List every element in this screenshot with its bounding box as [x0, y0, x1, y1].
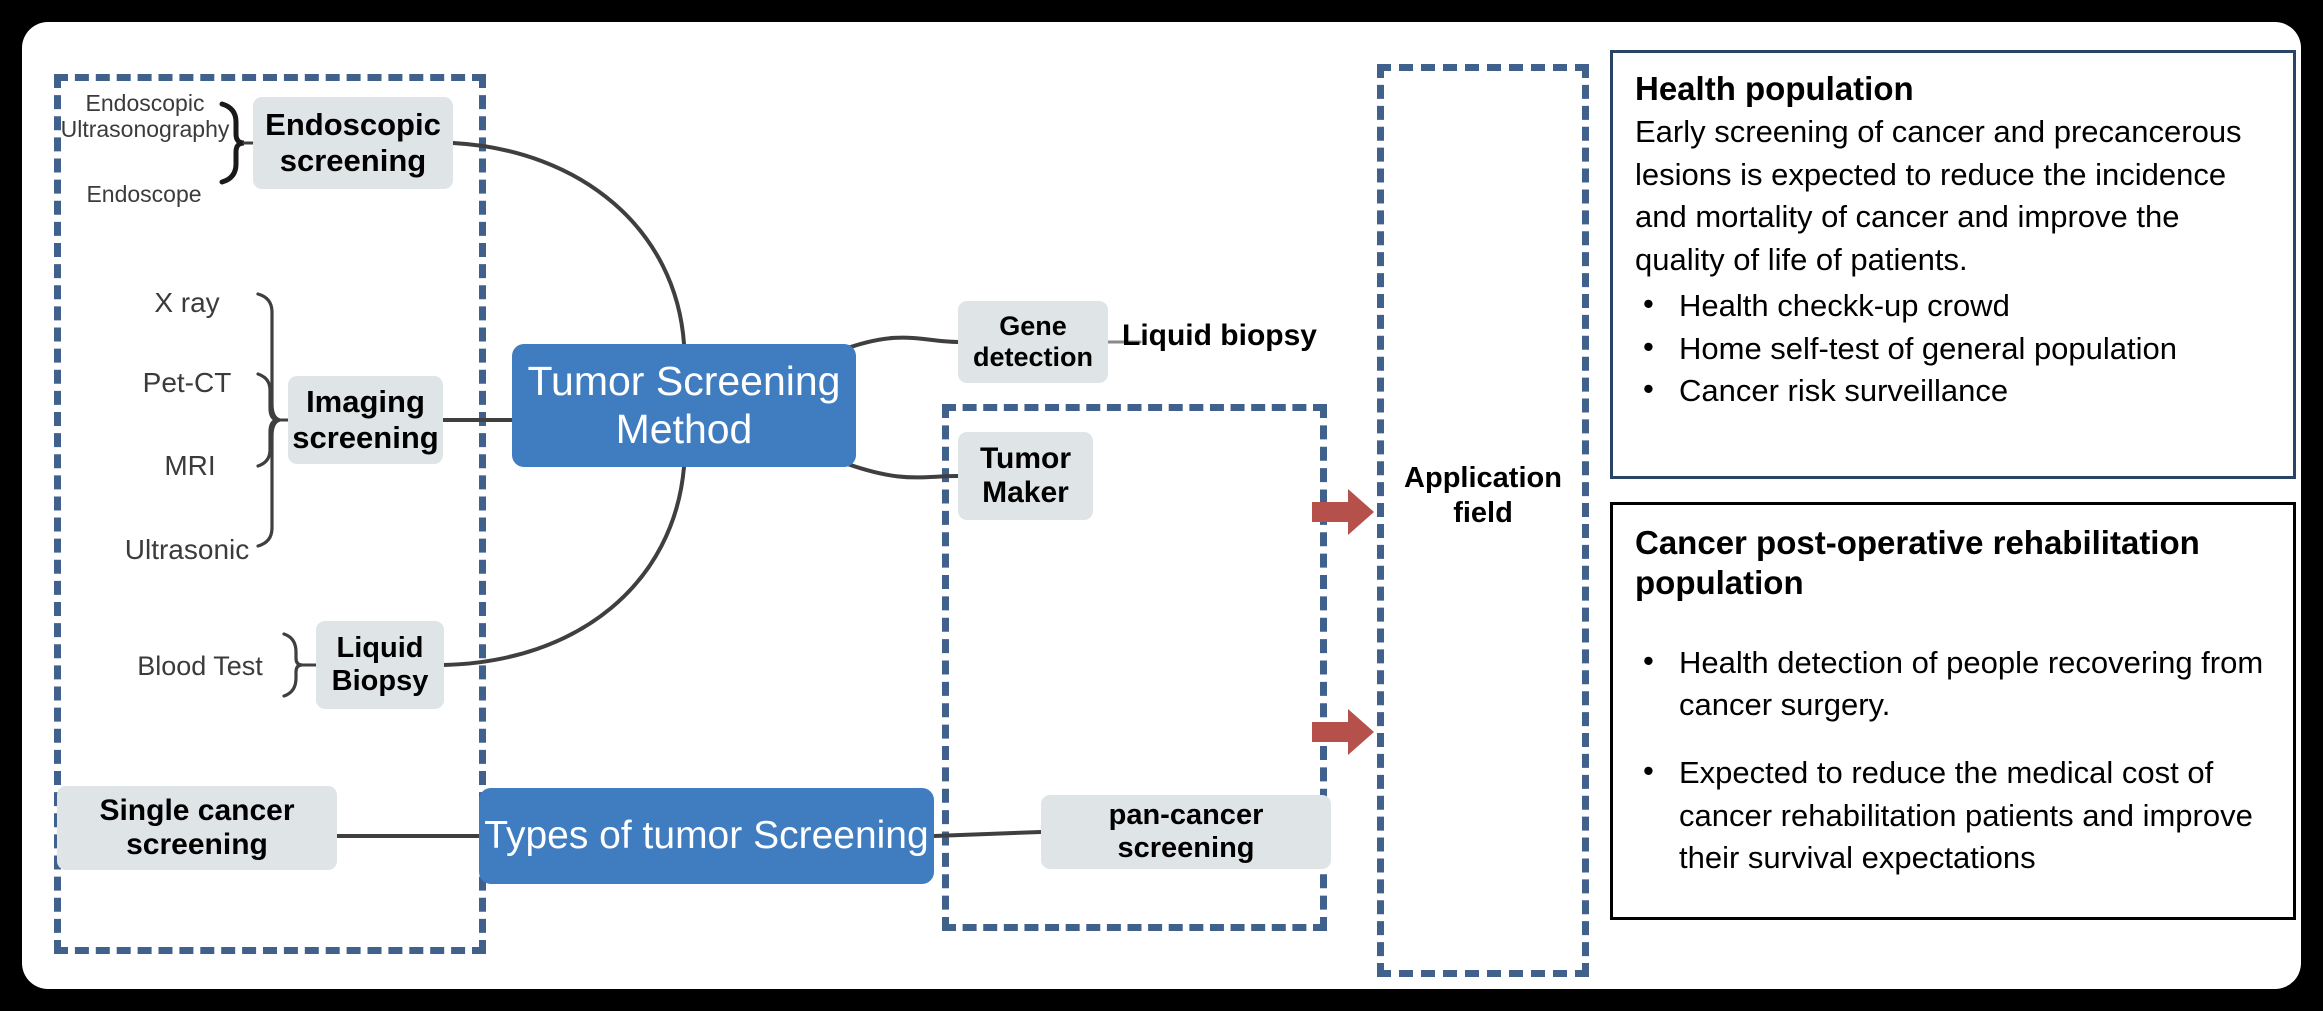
label-application-field: Application field [1404, 462, 1562, 529]
list-item: Home self-test of general population [1635, 326, 2273, 370]
arrow-to-rehab-population-icon [1312, 709, 1374, 755]
node-single-cancer-screening[interactable]: Single cancer screening [57, 786, 337, 870]
leaf-label-blood-test: Blood Test [137, 651, 263, 681]
list-item: Health checkk-up crowd [1635, 283, 2273, 327]
diagram-canvas: Endoscopic Ultrasonography Endoscope X r… [0, 0, 2323, 1011]
panel-health-population: Health population Early screening of can… [1610, 50, 2296, 479]
node-pan-cancer-screening[interactable]: pan-cancer screening [1041, 795, 1331, 869]
node-gene-detection[interactable]: Gene detection [958, 301, 1108, 383]
node-liquid-biopsy[interactable]: Liquid Biopsy [316, 621, 444, 709]
leaf-label-endoscope: Endoscope [86, 181, 202, 207]
leaf-label-endoscopic-ultrasonography: Endoscopic Ultrasonography [60, 90, 230, 143]
node-imaging-screening[interactable]: Imaging screening [288, 376, 443, 464]
panel-health-population-title: Health population [1635, 70, 1914, 107]
panel-rehab-population-title: Cancer post-operative rehabilitation pop… [1635, 524, 2200, 602]
leaf-label-x-ray: X ray [154, 287, 220, 318]
node-endoscopic-screening[interactable]: Endoscopic screening [253, 97, 453, 189]
panel-rehab-population-bullets: Health detection of people recovering fr… [1635, 640, 2273, 880]
list-item: Cancer risk surveillance [1635, 368, 2273, 412]
arrow-to-health-population-icon [1312, 489, 1374, 535]
list-item: Expected to reduce the medical cost of c… [1635, 750, 2273, 879]
leaf-label-ultrasonic: Ultrasonic [124, 534, 250, 565]
label-liquid-biopsy: Liquid biopsy [1122, 319, 1317, 352]
panel-rehab-population: Cancer post-operative rehabilitation pop… [1610, 502, 2296, 920]
node-types-of-tumor-screening[interactable]: Types of tumor Screening [479, 788, 934, 884]
node-tumor-maker[interactable]: Tumor Maker [958, 432, 1093, 520]
list-item: Health detection of people recovering fr… [1635, 640, 2273, 727]
node-tumor-screening-method[interactable]: Tumor Screening Method [512, 344, 856, 467]
leaf-label-mri: MRI [164, 450, 216, 481]
diagram-page: Endoscopic Ultrasonography Endoscope X r… [22, 22, 2301, 989]
leaf-label-pet-ct: Pet-CT [142, 367, 232, 398]
panel-health-population-body: Early screening of cancer and precancero… [1635, 114, 2242, 277]
panel-health-population-bullets: Health checkk-up crowd Home self-test of… [1635, 283, 2273, 412]
